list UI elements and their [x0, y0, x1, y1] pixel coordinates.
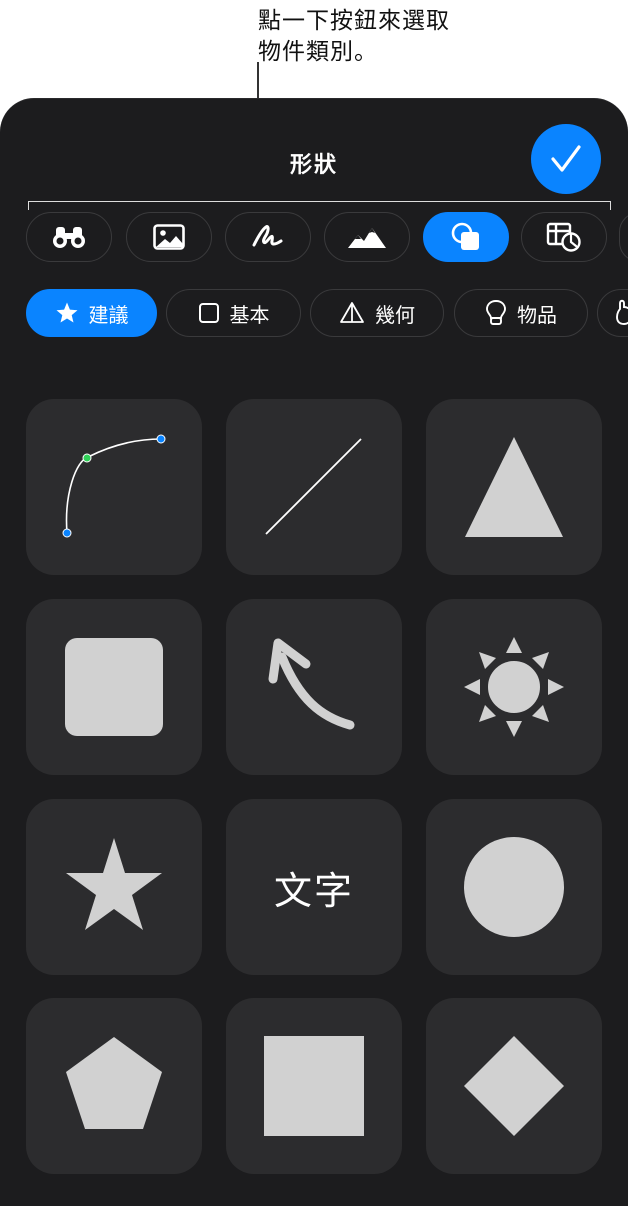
shape-line[interactable] — [226, 399, 402, 575]
triangle-shape-icon — [465, 437, 563, 537]
category-media-button[interactable] — [126, 212, 212, 262]
category-tables-button[interactable] — [26, 212, 112, 262]
category-more-button[interactable] — [619, 212, 628, 262]
shape-text[interactable]: 文字 — [226, 799, 402, 975]
category-images-button[interactable] — [324, 212, 410, 262]
shape-circle[interactable] — [426, 799, 602, 975]
category-shapes-button[interactable] — [423, 212, 509, 262]
shape-pentagon[interactable] — [26, 998, 202, 1174]
star-icon — [55, 301, 79, 325]
text-shape-label: 文字 — [273, 868, 354, 913]
circle-shape-icon — [464, 837, 564, 937]
shape-arrow[interactable] — [226, 599, 402, 775]
chip-label: 物品 — [517, 302, 557, 327]
pentagon-shape-icon — [66, 1037, 162, 1129]
shape-diamond[interactable] — [426, 998, 602, 1174]
chip-label: 基本 — [229, 302, 270, 327]
table-chart-icon — [546, 222, 581, 252]
pyramid-icon — [339, 301, 365, 325]
shapes-icon — [451, 222, 479, 250]
mountains-icon — [348, 228, 386, 248]
chip-basic[interactable]: 基本 — [166, 289, 301, 337]
callout-bracket — [28, 201, 611, 210]
scribble-icon — [252, 225, 283, 247]
category-drawing-button[interactable] — [225, 212, 311, 262]
shape-rounded-square[interactable] — [26, 599, 202, 775]
square-icon — [198, 302, 220, 324]
callout-annotation: 點一下按鈕來選取 物件類別。 — [258, 6, 538, 68]
category-buttons — [0, 212, 628, 262]
shape-star[interactable] — [26, 799, 202, 975]
chip-suggested[interactable]: 建議 — [26, 289, 157, 337]
callout-line-2: 物件類別。 — [258, 39, 378, 65]
chip-label: 幾何 — [375, 302, 415, 327]
curve-shape-icon — [62, 434, 166, 538]
done-button[interactable] — [531, 124, 601, 194]
shape-category-chips: 建議 基本 幾何 物品 — [0, 289, 628, 337]
diamond-shape-icon — [464, 1036, 564, 1136]
binoculars-icon — [53, 227, 85, 248]
shapes-panel: 形狀 建議 基本 幾何 物品 文字 — [0, 98, 628, 1206]
lightbulb-icon — [485, 299, 507, 327]
checkmark-icon — [551, 145, 581, 172]
rounded-square-shape-icon — [65, 638, 163, 736]
photo-icon — [153, 224, 185, 250]
callout-line-1: 點一下按鈕來選取 — [258, 8, 450, 34]
chip-more[interactable] — [597, 289, 628, 337]
chip-objects[interactable]: 物品 — [454, 289, 588, 337]
category-charts-button[interactable] — [521, 212, 607, 262]
chip-geometry[interactable]: 幾何 — [310, 289, 444, 337]
shape-square[interactable] — [226, 998, 402, 1174]
curved-arrow-shape-icon — [268, 638, 355, 730]
chip-label: 建議 — [88, 302, 129, 327]
shape-triangle[interactable] — [426, 399, 602, 575]
star-shape-icon — [66, 838, 162, 930]
shape-curve[interactable] — [26, 399, 202, 575]
sun-shape-icon — [464, 637, 564, 737]
animal-icon — [614, 299, 628, 327]
shape-sun[interactable] — [426, 599, 602, 775]
square-shape-icon — [264, 1036, 364, 1136]
line-shape-icon — [265, 438, 362, 535]
